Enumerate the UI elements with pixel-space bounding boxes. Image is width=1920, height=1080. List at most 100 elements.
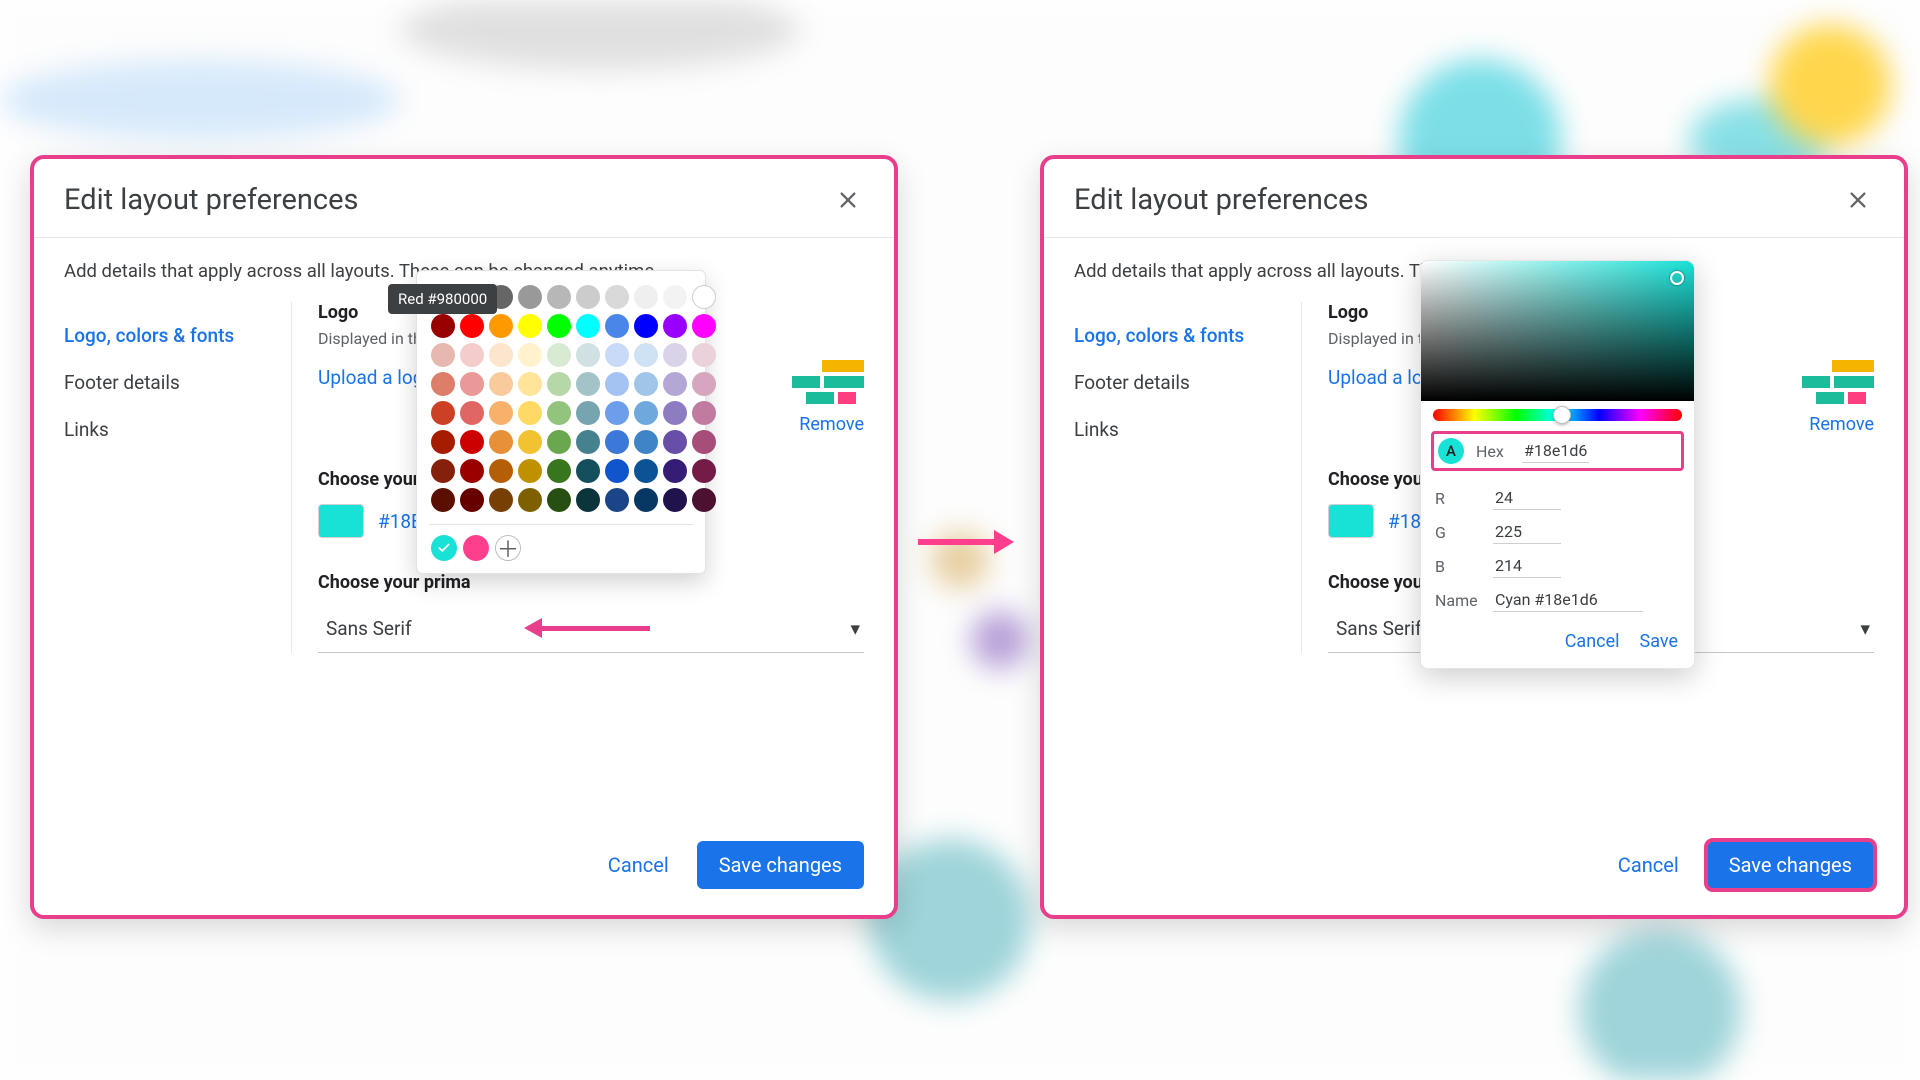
palette-color[interactable] bbox=[518, 343, 542, 367]
sidebar-item-links[interactable]: Links bbox=[1074, 408, 1287, 455]
palette-color[interactable] bbox=[431, 488, 455, 512]
palette-color[interactable] bbox=[605, 343, 629, 367]
palette-color[interactable] bbox=[605, 401, 629, 425]
g-input[interactable]: 225 bbox=[1493, 520, 1561, 544]
palette-color[interactable] bbox=[518, 285, 542, 309]
color-swatch[interactable] bbox=[318, 504, 364, 538]
palette-color[interactable] bbox=[489, 459, 513, 483]
sidebar-item-footer-details[interactable]: Footer details bbox=[64, 361, 277, 408]
palette-color[interactable] bbox=[692, 285, 716, 309]
palette-color[interactable] bbox=[431, 372, 455, 396]
palette-color[interactable] bbox=[605, 459, 629, 483]
sidebar-item-logo-colors-fonts[interactable]: Logo, colors & fonts bbox=[64, 314, 277, 361]
palette-color[interactable] bbox=[605, 285, 629, 309]
palette-color[interactable] bbox=[605, 314, 629, 338]
palette-color[interactable] bbox=[547, 314, 571, 338]
palette-color[interactable] bbox=[634, 430, 658, 454]
custom-color-selected[interactable] bbox=[431, 535, 457, 561]
palette-color[interactable] bbox=[634, 459, 658, 483]
cancel-button[interactable]: Cancel bbox=[1612, 843, 1685, 887]
palette-color[interactable] bbox=[576, 459, 600, 483]
palette-color[interactable] bbox=[605, 430, 629, 454]
remove-logo-link[interactable]: Remove bbox=[1809, 414, 1874, 435]
palette-color[interactable] bbox=[634, 488, 658, 512]
palette-color[interactable] bbox=[692, 488, 716, 512]
palette-color[interactable] bbox=[605, 488, 629, 512]
close-button[interactable] bbox=[832, 184, 864, 216]
hue-slider[interactable] bbox=[1433, 409, 1682, 421]
cancel-button[interactable]: Cancel bbox=[602, 843, 675, 887]
remove-logo-link[interactable]: Remove bbox=[799, 414, 864, 435]
palette-color[interactable] bbox=[634, 401, 658, 425]
palette-color[interactable] bbox=[431, 401, 455, 425]
palette-color[interactable] bbox=[489, 488, 513, 512]
sidebar-item-logo-colors-fonts[interactable]: Logo, colors & fonts bbox=[1074, 314, 1287, 361]
palette-color[interactable] bbox=[663, 314, 687, 338]
palette-color[interactable] bbox=[460, 401, 484, 425]
palette-color[interactable] bbox=[692, 372, 716, 396]
palette-color[interactable] bbox=[489, 372, 513, 396]
palette-color[interactable] bbox=[547, 343, 571, 367]
palette-color[interactable] bbox=[547, 488, 571, 512]
palette-color[interactable] bbox=[518, 401, 542, 425]
custom-color-pink[interactable] bbox=[463, 535, 489, 561]
palette-color[interactable] bbox=[460, 314, 484, 338]
palette-color[interactable] bbox=[460, 430, 484, 454]
palette-color[interactable] bbox=[576, 343, 600, 367]
hex-input[interactable]: #18e1d6 bbox=[1522, 439, 1589, 463]
palette-color[interactable] bbox=[547, 401, 571, 425]
color-swatch[interactable] bbox=[1328, 504, 1374, 538]
palette-color[interactable] bbox=[489, 343, 513, 367]
palette-color[interactable] bbox=[634, 372, 658, 396]
picker-save-button[interactable]: Save bbox=[1640, 631, 1679, 652]
sidebar-item-footer-details[interactable]: Footer details bbox=[1074, 361, 1287, 408]
palette-color[interactable] bbox=[663, 459, 687, 483]
palette-color[interactable] bbox=[518, 372, 542, 396]
palette-color[interactable] bbox=[518, 459, 542, 483]
palette-color[interactable] bbox=[692, 430, 716, 454]
palette-color[interactable] bbox=[634, 314, 658, 338]
sidebar-item-links[interactable]: Links bbox=[64, 408, 277, 455]
add-custom-color-button[interactable]: ＋ bbox=[495, 535, 521, 561]
palette-color[interactable] bbox=[547, 372, 571, 396]
palette-color[interactable] bbox=[663, 343, 687, 367]
palette-color[interactable] bbox=[460, 372, 484, 396]
palette-color[interactable] bbox=[460, 459, 484, 483]
palette-color[interactable] bbox=[576, 401, 600, 425]
b-input[interactable]: 214 bbox=[1493, 554, 1561, 578]
r-input[interactable]: 24 bbox=[1493, 486, 1561, 510]
palette-color[interactable] bbox=[692, 314, 716, 338]
save-changes-button[interactable]: Save changes bbox=[697, 841, 864, 889]
palette-color[interactable] bbox=[489, 314, 513, 338]
name-input[interactable]: Cyan #18e1d6 bbox=[1493, 588, 1643, 612]
palette-color[interactable] bbox=[692, 459, 716, 483]
palette-color[interactable] bbox=[605, 372, 629, 396]
picker-cancel-button[interactable]: Cancel bbox=[1565, 631, 1620, 652]
save-changes-button[interactable]: Save changes bbox=[1707, 841, 1874, 889]
palette-color[interactable] bbox=[663, 401, 687, 425]
palette-color[interactable] bbox=[518, 488, 542, 512]
palette-color[interactable] bbox=[576, 430, 600, 454]
palette-color[interactable] bbox=[431, 314, 455, 338]
saturation-value-canvas[interactable] bbox=[1421, 261, 1694, 401]
palette-color[interactable] bbox=[663, 488, 687, 512]
palette-color[interactable] bbox=[576, 314, 600, 338]
palette-color[interactable] bbox=[431, 343, 455, 367]
palette-color[interactable] bbox=[518, 430, 542, 454]
palette-color[interactable] bbox=[663, 372, 687, 396]
palette-color[interactable] bbox=[460, 343, 484, 367]
palette-color[interactable] bbox=[489, 401, 513, 425]
palette-color[interactable] bbox=[518, 314, 542, 338]
palette-color[interactable] bbox=[547, 459, 571, 483]
palette-color[interactable] bbox=[547, 285, 571, 309]
palette-color[interactable] bbox=[634, 343, 658, 367]
palette-color[interactable] bbox=[431, 430, 455, 454]
palette-color[interactable] bbox=[663, 285, 687, 309]
palette-color[interactable] bbox=[692, 401, 716, 425]
palette-color[interactable] bbox=[547, 430, 571, 454]
palette-color[interactable] bbox=[663, 430, 687, 454]
palette-color[interactable] bbox=[576, 372, 600, 396]
palette-color[interactable] bbox=[576, 488, 600, 512]
close-button[interactable] bbox=[1842, 184, 1874, 216]
palette-color[interactable] bbox=[489, 430, 513, 454]
